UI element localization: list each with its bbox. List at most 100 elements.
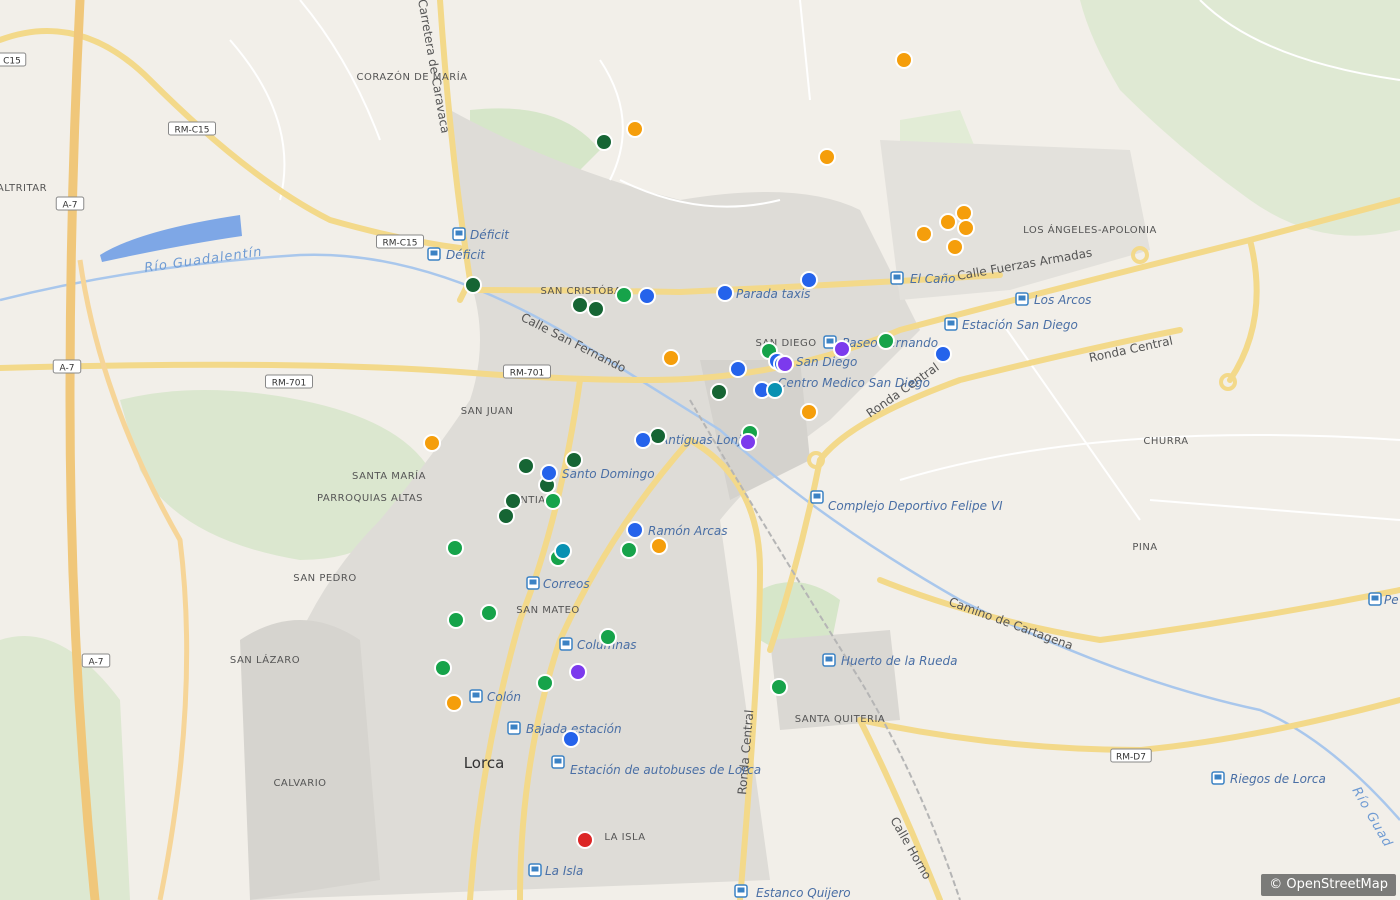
purple-marker[interactable] [569,663,587,681]
purple-marker[interactable] [833,340,851,358]
purple-marker[interactable] [739,433,757,451]
purple-marker[interactable] [776,355,794,373]
dark-green-marker[interactable] [504,492,522,510]
stop-label: Déficit [470,228,510,242]
blue-marker[interactable] [562,730,580,748]
dark-green-marker[interactable] [649,427,667,445]
attribution[interactable]: © OpenStreetMap [1261,874,1396,896]
dark-green-marker[interactable] [587,300,605,318]
road-shield: RM-701 [265,374,313,389]
dark-green-marker[interactable] [710,383,728,401]
bus-stop-icon [810,490,824,504]
bus-stop-icon [526,576,540,590]
dark-green-marker[interactable] [565,451,583,469]
area-label: LA ISLA [604,832,645,843]
bus-stop-icon [944,317,958,331]
area-label: SAN MATEO [516,605,580,616]
bus-stop-icon [890,271,904,285]
bus-stop-icon [559,637,573,651]
bus-stop-icon [1368,592,1382,606]
bus-stop-icon [822,653,836,667]
green-marker[interactable] [446,539,464,557]
area-label: SAN JUAN [461,406,514,417]
road-shield-label: A-7 [63,201,78,211]
green-marker[interactable] [434,659,452,677]
blue-marker[interactable] [626,521,644,539]
orange-marker[interactable] [946,238,964,256]
orange-marker[interactable] [650,537,668,555]
bus-stop-icon [452,227,466,241]
stop-label: Estación de autobuses de Lorca [570,763,761,777]
bus-stop-icon [551,755,565,769]
green-marker[interactable] [447,611,465,629]
dark-green-marker[interactable] [497,507,515,525]
blue-marker[interactable] [540,464,558,482]
road-shield-label: RM-C15 [382,239,417,249]
road-shield: RM-701 [503,364,551,379]
road-shield: A-7 [55,196,85,211]
green-marker[interactable] [599,628,617,646]
green-marker[interactable] [877,332,895,350]
dark-green-marker[interactable] [571,296,589,314]
orange-marker[interactable] [957,219,975,237]
road-shield: RM-D7 [1110,748,1152,763]
area-label: SANTA MARÍA [352,469,426,482]
bus-stop-icon [1211,771,1225,785]
orange-marker[interactable] [915,225,933,243]
road-shield-label: A-7 [89,658,104,668]
stop-label: San Diego [796,355,857,369]
stop-label: Colón [487,690,521,704]
blue-marker[interactable] [934,345,952,363]
orange-marker[interactable] [800,403,818,421]
orange-marker[interactable] [423,434,441,452]
green-marker[interactable] [544,492,562,510]
stop-label: Complejo Deportivo Felipe VI [828,499,1003,513]
area-label: SAN LÁZARO [230,653,300,666]
orange-marker[interactable] [939,213,957,231]
teal-marker[interactable] [766,381,784,399]
bus-stop-icon [1015,292,1029,306]
road-shield-label: C15 [3,57,21,67]
orange-marker[interactable] [955,204,973,222]
green-marker[interactable] [536,674,554,692]
road-shield: RM-C15 [168,121,216,136]
orange-marker[interactable] [895,51,913,69]
green-marker[interactable] [620,541,638,559]
orange-marker[interactable] [662,349,680,367]
stop-label: Los Arcos [1034,293,1091,307]
map-canvas[interactable]: C15 RM-C15 RM-C15 A-7 A-7 A-7 RM-701 RM-701 RM-D… [0,0,1400,900]
road-shield-label: A-7 [60,364,75,374]
bus-stop-icon [528,863,542,877]
bus-stop-icon [734,884,748,898]
stop-label: Correos [543,577,590,591]
road-shield-label: RM-D7 [1116,753,1146,763]
area-label: PINA [1132,542,1157,553]
orange-marker[interactable] [818,148,836,166]
stop-label: Huerto de la Rueda [841,654,957,668]
stop-label: Santo Domingo [562,467,655,481]
stop-label: Pe [1384,593,1399,607]
bus-stop-icon [427,247,441,261]
blue-marker[interactable] [716,284,734,302]
blue-marker[interactable] [800,271,818,289]
blue-marker[interactable] [634,431,652,449]
green-marker[interactable] [615,286,633,304]
area-label: LOS ÁNGELES-APOLONIA [1023,223,1157,236]
green-marker[interactable] [770,678,788,696]
area-label: SAN CRISTÓBAL [540,284,627,297]
orange-marker[interactable] [626,120,644,138]
red-marker[interactable] [576,831,594,849]
blue-marker[interactable] [638,287,656,305]
stop-label: Estación San Diego [962,318,1078,332]
road-shield-label: RM-701 [510,369,544,379]
bus-stop-icon [507,721,521,735]
road-shield: A-7 [81,653,111,668]
dark-green-marker[interactable] [464,276,482,294]
green-marker[interactable] [480,604,498,622]
blue-marker[interactable] [729,360,747,378]
stop-label: Ramón Arcas [648,524,728,538]
dark-green-marker[interactable] [517,457,535,475]
dark-green-marker[interactable] [595,133,613,151]
orange-marker[interactable] [445,694,463,712]
teal-marker[interactable] [554,542,572,560]
